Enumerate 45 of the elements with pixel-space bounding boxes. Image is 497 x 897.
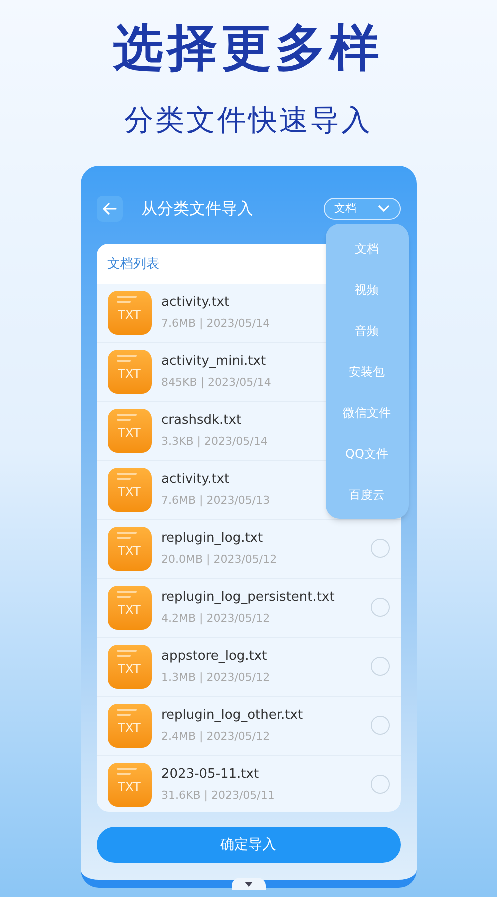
file-name: activity.txt: [162, 471, 230, 489]
txt-file-icon: TXT: [108, 468, 152, 512]
chevron-down-icon: [378, 205, 390, 213]
txt-file-icon: TXT: [108, 526, 152, 570]
file-meta: 31.6KB | 2023/05/11: [162, 788, 275, 804]
file-meta: 2.4MB | 2023/05/12: [162, 728, 270, 745]
back-button[interactable]: [96, 196, 122, 222]
file-name: appstore_log.txt: [162, 648, 268, 666]
txt-file-icon: TXT: [108, 644, 152, 688]
radio-button[interactable]: [370, 775, 390, 794]
file-row[interactable]: TXT replugin_log_other.txt 2.4MB | 2023/05/12: [96, 696, 400, 756]
file-row[interactable]: TXT 2023-05-11.txt 31.6KB | 2023/05/11: [96, 756, 400, 812]
file-name: replugin_log_other.txt: [162, 707, 304, 725]
file-row[interactable]: TXT replugin_log.txt 20.0MB | 2023/05/12: [96, 520, 400, 578]
file-meta: 20.0MB | 2023/05/12: [162, 552, 278, 568]
txt-file-icon: TXT: [108, 586, 152, 630]
radio-button[interactable]: [370, 539, 390, 558]
file-row[interactable]: TXT replugin_log_persistent.txt 4.2MB | 2023/05/12: [96, 578, 400, 638]
radio-button[interactable]: [370, 598, 390, 617]
screen-title: 从分类文件导入: [142, 198, 254, 220]
subheadline: 分类文件快速导入: [124, 102, 372, 138]
headline: 选择更多样: [114, 18, 384, 78]
radio-button[interactable]: [370, 657, 390, 676]
file-meta: 7.6MB | 2023/05/13: [162, 492, 270, 509]
file-meta: 7.6MB | 2023/05/14: [162, 316, 270, 332]
radio-button[interactable]: [370, 716, 390, 735]
file-name: crashsdk.txt: [162, 412, 242, 430]
file-meta: 845KB | 2023/05/14: [162, 374, 272, 391]
file-row[interactable]: TXT appstore_log.txt 1.3MB | 2023/05/12: [96, 638, 400, 696]
file-meta: 4.2MB | 2023/05/12: [162, 610, 270, 627]
file-name: activity_mini.txt: [162, 353, 266, 371]
file-name: activity.txt: [162, 294, 230, 312]
file-name: 2023-05-11.txt: [162, 766, 260, 784]
txt-file-icon: TXT: [108, 350, 152, 394]
file-name: replugin_log.txt: [162, 530, 264, 548]
caret-down-icon: [244, 882, 252, 886]
file-meta: 3.3KB | 2023/05/14: [162, 434, 268, 450]
back-arrow-icon: [102, 203, 116, 215]
txt-file-icon: TXT: [108, 408, 152, 452]
txt-file-icon: TXT: [108, 762, 152, 806]
file-meta: 1.3MB | 2023/05/12: [162, 670, 270, 686]
drawer-handle[interactable]: [232, 878, 266, 890]
txt-file-icon: TXT: [108, 704, 152, 748]
txt-file-icon: TXT: [108, 290, 152, 334]
file-name: replugin_log_persistent.txt: [162, 589, 335, 607]
